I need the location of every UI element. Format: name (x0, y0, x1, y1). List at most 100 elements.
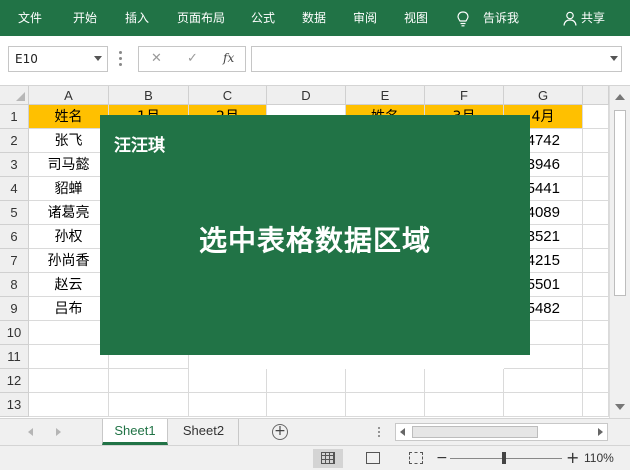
scrollbar-thumb[interactable] (412, 426, 538, 438)
share-button[interactable]: 共享 (581, 0, 605, 36)
tab-view[interactable]: 视图 (404, 0, 428, 36)
cell[interactable] (267, 393, 346, 417)
cell-a6[interactable]: 孙权 (29, 225, 109, 249)
cell[interactable] (346, 369, 425, 393)
row-header[interactable]: 2 (0, 129, 29, 153)
scrollbar-thumb[interactable] (614, 110, 626, 296)
tab-insert[interactable]: 插入 (125, 0, 149, 36)
tab-review[interactable]: 审阅 (353, 0, 377, 36)
name-box[interactable]: E10 (8, 46, 108, 72)
drag-handle-icon[interactable] (378, 427, 382, 439)
tab-page-layout[interactable]: 页面布局 (177, 0, 225, 36)
cell[interactable] (583, 369, 609, 393)
cell[interactable] (583, 105, 609, 129)
cell[interactable] (109, 393, 189, 417)
cell[interactable] (583, 201, 609, 225)
select-all-button[interactable] (0, 86, 29, 105)
scroll-down-icon[interactable] (615, 404, 625, 410)
row-header[interactable]: 10 (0, 321, 29, 345)
cell[interactable] (346, 393, 425, 417)
tab-formulas[interactable]: 公式 (251, 0, 275, 36)
cell[interactable] (583, 345, 609, 369)
cell-a3[interactable]: 司马懿 (29, 153, 109, 177)
person-icon[interactable] (563, 11, 577, 26)
row-header[interactable]: 13 (0, 393, 29, 417)
cell[interactable] (583, 393, 609, 417)
cell-a1[interactable]: 姓名 (29, 105, 109, 129)
cell[interactable] (189, 393, 267, 417)
column-header-b[interactable]: B (109, 86, 189, 105)
horizontal-scrollbar[interactable] (395, 423, 608, 441)
cancel-icon[interactable]: ✕ (151, 51, 162, 66)
next-sheet-icon[interactable] (56, 428, 61, 436)
chevron-down-icon[interactable] (610, 56, 618, 61)
cell[interactable] (267, 369, 346, 393)
cell[interactable] (583, 273, 609, 297)
column-header-a[interactable]: A (29, 86, 109, 105)
cell[interactable] (583, 129, 609, 153)
page-break-view-button[interactable] (401, 449, 431, 468)
column-header-d[interactable]: D (267, 86, 346, 105)
row-header[interactable]: 6 (0, 225, 29, 249)
vertical-scrollbar[interactable] (609, 86, 630, 418)
row-header[interactable]: 3 (0, 153, 29, 177)
cell[interactable] (583, 249, 609, 273)
row-header[interactable]: 1 (0, 105, 29, 129)
zoom-level[interactable]: 110% (584, 451, 614, 465)
zoom-in-button[interactable]: + (566, 448, 579, 467)
cell[interactable] (583, 177, 609, 201)
page-layout-view-button[interactable] (358, 449, 388, 468)
scroll-right-icon[interactable] (598, 428, 603, 436)
cell-a5[interactable]: 诸葛亮 (29, 201, 109, 225)
cell[interactable] (425, 369, 504, 393)
row-header[interactable]: 7 (0, 249, 29, 273)
sheet-tab-1[interactable]: Sheet1 (102, 419, 168, 445)
tab-home[interactable]: 开始 (73, 0, 97, 36)
column-header-f[interactable]: F (425, 86, 504, 105)
tab-data[interactable]: 数据 (302, 0, 326, 36)
scroll-up-icon[interactable] (615, 94, 625, 100)
column-header-h[interactable] (583, 86, 609, 105)
cell[interactable] (109, 369, 189, 393)
lightbulb-icon[interactable] (457, 11, 469, 27)
row-header[interactable]: 9 (0, 297, 29, 321)
cell-a2[interactable]: 张飞 (29, 129, 109, 153)
drag-handle-icon[interactable] (119, 51, 123, 67)
scroll-left-icon[interactable] (400, 428, 405, 436)
tell-me-search[interactable]: 告诉我 (483, 0, 519, 36)
cell[interactable] (583, 321, 609, 345)
cell[interactable] (29, 321, 109, 345)
column-header-g[interactable]: G (504, 86, 583, 105)
cell[interactable] (504, 369, 583, 393)
zoom-slider-thumb[interactable] (502, 452, 506, 464)
cell-a8[interactable]: 赵云 (29, 273, 109, 297)
column-header-c[interactable]: C (189, 86, 267, 105)
prev-sheet-icon[interactable] (28, 428, 33, 436)
insert-function-icon[interactable]: fx (223, 51, 234, 65)
chevron-down-icon[interactable] (94, 56, 102, 61)
row-header[interactable]: 8 (0, 273, 29, 297)
cell[interactable] (504, 393, 583, 417)
cell[interactable] (583, 153, 609, 177)
cell[interactable] (29, 369, 109, 393)
normal-view-button[interactable] (313, 449, 343, 468)
row-header[interactable]: 12 (0, 369, 29, 393)
tab-file[interactable]: 文件 (18, 0, 42, 36)
add-sheet-icon[interactable]: + (272, 424, 288, 440)
cell[interactable] (29, 393, 109, 417)
row-header[interactable]: 4 (0, 177, 29, 201)
cell-a4[interactable]: 貂蝉 (29, 177, 109, 201)
cell-a9[interactable]: 吕布 (29, 297, 109, 321)
sheet-tab-2[interactable]: Sheet2 (169, 419, 239, 445)
cell[interactable] (583, 297, 609, 321)
row-header[interactable]: 11 (0, 345, 29, 369)
cell[interactable] (583, 225, 609, 249)
cell[interactable] (189, 369, 267, 393)
cell[interactable] (29, 345, 109, 369)
enter-icon[interactable]: ✓ (187, 51, 198, 66)
row-header[interactable]: 5 (0, 201, 29, 225)
cell[interactable] (425, 393, 504, 417)
cell-a7[interactable]: 孙尚香 (29, 249, 109, 273)
column-header-e[interactable]: E (346, 86, 425, 105)
zoom-out-button[interactable]: − (436, 450, 448, 466)
